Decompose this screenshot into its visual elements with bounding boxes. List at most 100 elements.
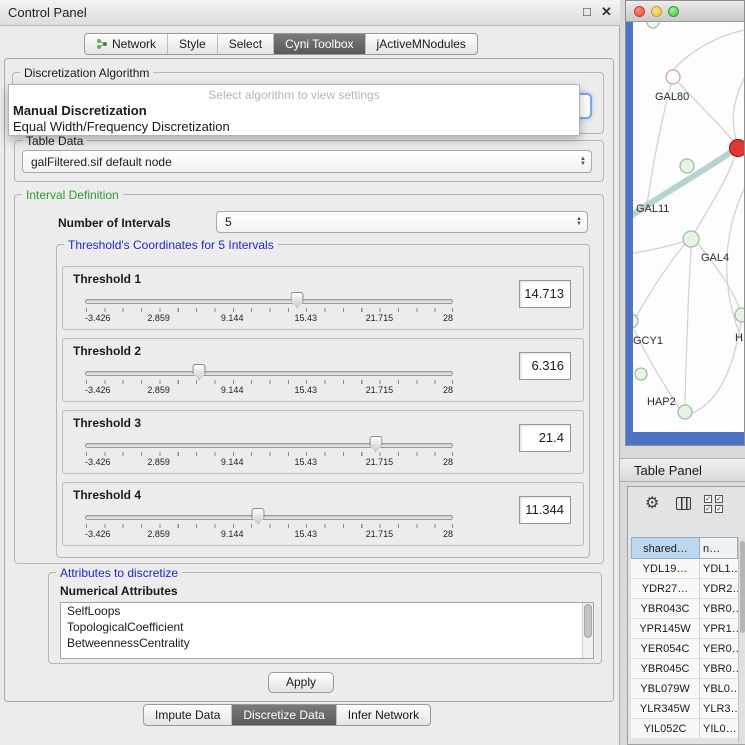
- slider-ticks: [86, 452, 453, 456]
- checkbox-icon: ✓: [715, 505, 723, 513]
- node-label-gcy1: GCY1: [633, 335, 663, 347]
- list-item[interactable]: TopologicalCoefficient: [61, 619, 593, 635]
- node-label-gal4: GAL4: [701, 252, 729, 264]
- network-node[interactable]: [635, 368, 647, 380]
- slider-thumb[interactable]: [291, 292, 304, 308]
- slider-thumb[interactable]: [193, 364, 206, 380]
- number-of-intervals-combobox[interactable]: 5 ▲▼: [216, 211, 588, 233]
- table-row[interactable]: YDR27…YDR2…: [631, 579, 738, 599]
- network-tab-icon: [96, 38, 108, 50]
- network-node-hap2[interactable]: [678, 405, 692, 419]
- tab-cyni-toolbox-label: Cyni Toolbox: [285, 37, 353, 51]
- columns-icon[interactable]: [676, 497, 691, 510]
- node-label-partial: H: [735, 332, 743, 344]
- table-row[interactable]: YLR345WYLR3…: [631, 699, 738, 719]
- checkbox-icon: ✓: [715, 495, 723, 503]
- numerical-attributes-label: Numerical Attributes: [60, 584, 178, 598]
- table-data-group-title: Table Data: [22, 134, 87, 148]
- threshold-row-3: Threshold 3 -3.426 2.859 9.144 15.43 21.…: [62, 410, 584, 474]
- network-node-gal11[interactable]: [680, 159, 694, 173]
- table-row[interactable]: YER054CYER0…: [631, 639, 738, 659]
- threshold-row-4: Threshold 4 -3.426 2.859 9.144 15.43 21.…: [62, 482, 584, 546]
- list-item[interactable]: SelfLoops: [61, 603, 593, 619]
- table-row[interactable]: YBL079WYBL0…: [631, 679, 738, 699]
- tab-cyni-toolbox[interactable]: Cyni Toolbox: [273, 34, 364, 54]
- slider-ticks: [86, 380, 453, 384]
- network-node[interactable]: [735, 308, 745, 322]
- threshold-1-slider[interactable]: -3.426 2.859 9.144 15.43 21.715 28: [85, 291, 453, 325]
- tab-infer-network-label: Infer Network: [348, 708, 419, 722]
- scrollbar-thumb[interactable]: [740, 541, 745, 633]
- slider-track[interactable]: [85, 443, 453, 448]
- tab-impute-data-label: Impute Data: [155, 708, 220, 722]
- network-canvas[interactable]: GAL80 GAL11 GAL4 GCY1 HAP2 H: [633, 22, 745, 432]
- attributes-group-title: Attributes to discretize: [56, 566, 182, 580]
- bottom-tab-bar: Impute Data Discretize Data Infer Networ…: [143, 704, 431, 726]
- table-scrollbar[interactable]: [738, 537, 745, 743]
- close-window-icon[interactable]: ✕: [601, 4, 612, 20]
- slider-scale: -3.426 2.859 9.144 15.43 21.715 28: [85, 385, 453, 395]
- threshold-4-slider[interactable]: -3.426 2.859 9.144 15.43 21.715 28: [85, 507, 453, 541]
- threshold-3-slider[interactable]: -3.426 2.859 9.144 15.43 21.715 28: [85, 435, 453, 469]
- numerical-attributes-list: SelfLoops TopologicalCoefficient Between…: [60, 602, 594, 659]
- gear-icon[interactable]: ⚙: [645, 493, 659, 513]
- network-node[interactable]: [647, 22, 659, 28]
- tab-network[interactable]: Network: [85, 34, 167, 54]
- float-window-icon[interactable]: □: [583, 4, 591, 19]
- combobox-stepper-icon: ▲▼: [580, 151, 586, 172]
- algorithm-dropdown-prompt: Select algorithm to view settings: [9, 88, 579, 102]
- tab-style-label: Style: [179, 37, 206, 51]
- minimize-traffic-light[interactable]: [651, 6, 662, 17]
- checkbox-icon: ✓: [704, 495, 712, 503]
- dropdown-option-manual-discretization[interactable]: Manual Discretization: [13, 103, 147, 118]
- tab-select[interactable]: Select: [217, 34, 273, 54]
- slider-thumb[interactable]: [369, 436, 382, 452]
- threshold-2-value[interactable]: 6.316: [519, 352, 571, 380]
- tab-jactivemnodules[interactable]: jActiveMNodules: [365, 34, 477, 54]
- network-node-gal80[interactable]: [666, 70, 680, 84]
- threshold-3-value[interactable]: 21.4: [519, 424, 571, 452]
- tab-network-label: Network: [112, 37, 156, 51]
- table-panel-header[interactable]: Table Panel: [620, 458, 745, 482]
- network-node-gal4[interactable]: [683, 231, 699, 247]
- dropdown-option-equal-width-frequency[interactable]: Equal Width/Frequency Discretization: [13, 119, 230, 134]
- table-row[interactable]: YDL19…YDL1…: [631, 559, 738, 579]
- combobox-stepper-icon: ▲▼: [576, 212, 582, 232]
- close-traffic-light[interactable]: [634, 6, 645, 17]
- threshold-row-1: Threshold 1 -3.426 2.859 9.144 15.43 21.…: [62, 266, 584, 330]
- number-of-intervals-label: Number of Intervals: [58, 216, 171, 230]
- table-row[interactable]: YPR145WYPR1…: [631, 619, 738, 639]
- table-data-combobox[interactable]: galFiltered.sif default node ▲▼: [22, 150, 592, 173]
- slider-scale: -3.426 2.859 9.144 15.43 21.715 28: [85, 457, 453, 467]
- tab-style[interactable]: Style: [167, 34, 217, 54]
- top-tab-bar: Network Style Select Cyni Toolbox jActiv…: [84, 33, 478, 55]
- zoom-traffic-light[interactable]: [668, 6, 679, 17]
- selected-red-node[interactable]: [730, 140, 745, 157]
- tab-infer-network[interactable]: Infer Network: [336, 705, 430, 725]
- apply-button[interactable]: Apply: [268, 672, 334, 693]
- threshold-1-value[interactable]: 14.713: [519, 280, 571, 308]
- slider-track[interactable]: [85, 299, 453, 304]
- list-scrollbar[interactable]: [582, 603, 593, 658]
- column-header-shared-name[interactable]: shared…: [631, 537, 700, 559]
- node-label-gal80: GAL80: [655, 91, 689, 103]
- list-item[interactable]: BetweennessCentrality: [61, 635, 593, 651]
- table-row[interactable]: YBR045CYBR0…: [631, 659, 738, 679]
- tab-impute-data[interactable]: Impute Data: [144, 705, 231, 725]
- threshold-2-slider[interactable]: -3.426 2.859 9.144 15.43 21.715 28: [85, 363, 453, 397]
- table-row[interactable]: YBR043CYBR0…: [631, 599, 738, 619]
- row-selection-icons[interactable]: ✓ ✓ ✓ ✓: [704, 495, 724, 513]
- slider-scale: -3.426 2.859 9.144 15.43 21.715 28: [85, 313, 453, 323]
- slider-thumb[interactable]: [251, 508, 264, 524]
- table-panel-body: ⚙ ✓ ✓ ✓ ✓ shared… n… YDL19…YDL1… YDR27…Y…: [627, 486, 745, 745]
- slider-track[interactable]: [85, 371, 453, 376]
- slider-track[interactable]: [85, 515, 453, 520]
- threshold-4-value[interactable]: 11.344: [519, 496, 571, 524]
- control-panel-titlebar: Control Panel □ ✕: [0, 0, 620, 26]
- discretization-algorithm-group-title: Discretization Algorithm: [20, 66, 153, 80]
- table-data-combobox-value: galFiltered.sif default node: [31, 155, 172, 169]
- tab-discretize-data[interactable]: Discretize Data: [231, 705, 335, 725]
- scrollbar-thumb[interactable]: [584, 604, 592, 638]
- column-header-name[interactable]: n…: [699, 537, 738, 559]
- table-row[interactable]: YIL052CYIL0…: [631, 719, 738, 739]
